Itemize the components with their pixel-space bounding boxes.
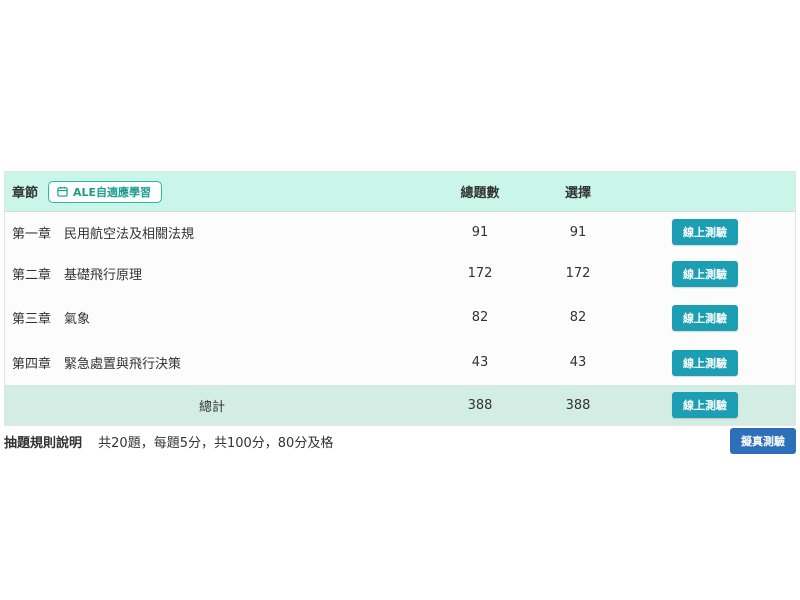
online-quiz-button[interactable]: 線上測驗 (672, 349, 738, 376)
rules-footer: 抽題規則說明 共20題，每題5分，共100分，80分及格 擬真測驗 (4, 427, 796, 455)
header-choice: 選擇 (564, 186, 591, 201)
rules-info: 抽題規則說明 共20題，每題5分，共100分，80分及格 (4, 432, 333, 451)
chapter-name: 第一章 民用航空法及相關法規 (12, 226, 195, 242)
chapter-name: 第三章 氣象 (12, 312, 91, 327)
chapter-total: 172 (467, 266, 493, 281)
chapter-total: 43 (471, 355, 489, 370)
header-total-questions: 總題數 (460, 186, 500, 201)
chapter-choice: 91 (569, 224, 587, 240)
chapter-choice: 172 (565, 266, 591, 281)
summary-total: 388 (467, 397, 493, 413)
chapter-total: 82 (471, 310, 489, 325)
header-chapter: 章節 (12, 186, 39, 201)
chapter-table: 章節 ALE自適應學習 總題數 選擇 第一章 民用航空法及相關法規 91 91 (4, 171, 796, 426)
ale-adaptive-learning-button[interactable]: ALE自適應學習 (48, 180, 163, 203)
chapter-name: 第二章 基礎飛行原理 (12, 268, 143, 283)
header-chapter-cell: 章節 ALE自適應學習 (5, 180, 419, 203)
chapter-total: 91 (471, 224, 489, 240)
calendar-icon (57, 186, 68, 197)
table-row: 第四章 緊急處置與飛行決策 43 43 線上測驗 (5, 340, 795, 385)
summary-row: 總計 388 388 線上測驗 (5, 385, 795, 425)
rules-label: 抽題規則說明 (4, 435, 83, 451)
chapter-choice: 43 (569, 355, 587, 370)
online-quiz-button[interactable]: 線上測驗 (672, 392, 738, 418)
chapter-name: 第四章 緊急處置與飛行決策 (12, 357, 182, 372)
question-bank-panel: 章節 ALE自適應學習 總題數 選擇 第一章 民用航空法及相關法規 91 91 (4, 171, 796, 455)
online-quiz-button[interactable]: 線上測驗 (672, 260, 738, 287)
table-row: 第三章 氣象 82 82 線上測驗 (5, 295, 795, 340)
rules-text: 共20題，每題5分，共100分，80分及格 (98, 435, 334, 451)
table-header: 章節 ALE自適應學習 總題數 選擇 (5, 172, 795, 212)
table-row: 第二章 基礎飛行原理 172 172 線上測驗 (5, 252, 795, 295)
ale-button-label: ALE自適應學習 (73, 185, 152, 199)
chapter-choice: 82 (569, 310, 587, 325)
summary-choice: 388 (565, 397, 591, 413)
summary-label: 總計 (198, 399, 225, 415)
online-quiz-button[interactable]: 線上測驗 (672, 219, 738, 245)
table-row: 第一章 民用航空法及相關法規 91 91 線上測驗 (5, 212, 795, 252)
mock-exam-button[interactable]: 擬真測驗 (730, 428, 796, 454)
online-quiz-button[interactable]: 線上測驗 (672, 304, 738, 331)
